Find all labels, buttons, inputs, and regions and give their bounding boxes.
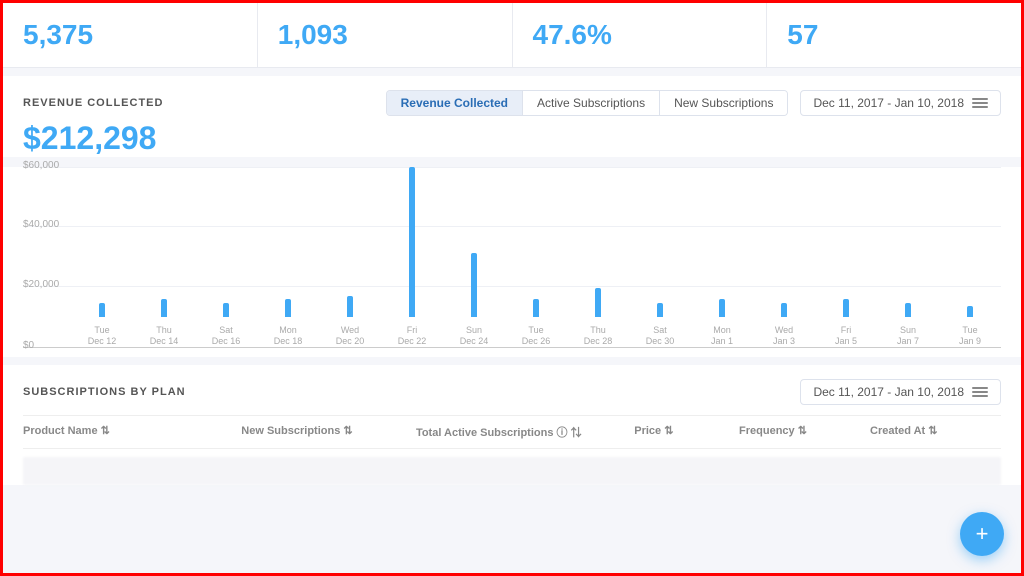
- bar-col-5: [381, 167, 443, 317]
- fab-button[interactable]: +: [960, 512, 1004, 556]
- x-label-4: WedDec 20: [319, 325, 381, 347]
- x-label-9: SatDec 30: [629, 325, 691, 347]
- metric-2: 1,093: [258, 3, 513, 67]
- col-active-subs-header[interactable]: Total Active Subscriptions ⓘ ⇅: [416, 424, 634, 440]
- x-label-8: ThuDec 28: [567, 325, 629, 347]
- subs-date-range-button[interactable]: Dec 11, 2017 - Jan 10, 2018: [800, 379, 1001, 405]
- col-frequency-header[interactable]: Frequency ⇅: [739, 424, 870, 440]
- bar-12: [843, 299, 849, 317]
- grid-line-0: $0: [23, 347, 1001, 351]
- metrics-row: 5,375 1,093 47.6% 57: [3, 3, 1021, 68]
- revenue-date-range-text: Dec 11, 2017 - Jan 10, 2018: [813, 96, 964, 110]
- col-price-header[interactable]: Price ⇅: [634, 424, 739, 440]
- bar-col-8: [567, 167, 629, 317]
- bar-col-2: [195, 167, 257, 317]
- x-label-11: WedJan 3: [753, 325, 815, 347]
- bar-6: [471, 253, 477, 317]
- tab-new[interactable]: New Subscriptions: [660, 91, 787, 115]
- bar-13: [905, 303, 911, 317]
- bar-1: [161, 299, 167, 317]
- tab-active[interactable]: Active Subscriptions: [523, 91, 660, 115]
- x-label-6: SunDec 24: [443, 325, 505, 347]
- bar-col-14: [939, 167, 1001, 317]
- subs-label: SUBSCRIPTIONS BY PLAN: [23, 386, 186, 398]
- chart-area: $60,000 $40,000 $20,000 $0 TueDec 12ThuD…: [3, 167, 1021, 357]
- subs-section: SUBSCRIPTIONS BY PLAN Dec 11, 2017 - Jan…: [3, 365, 1021, 485]
- bar-8: [595, 288, 601, 317]
- subs-date-range-text: Dec 11, 2017 - Jan 10, 2018: [813, 385, 964, 399]
- bar-3: [285, 299, 291, 317]
- revenue-header: REVENUE COLLECTED Revenue CollectedActiv…: [23, 90, 1001, 116]
- bar-col-11: [753, 167, 815, 317]
- col-new-subs-header[interactable]: New Subscriptions ⇅: [241, 424, 416, 440]
- subs-header: SUBSCRIPTIONS BY PLAN Dec 11, 2017 - Jan…: [23, 379, 1001, 405]
- bar-7: [533, 299, 539, 317]
- revenue-date-range-button[interactable]: Dec 11, 2017 - Jan 10, 2018: [800, 90, 1001, 116]
- x-label-0: TueDec 12: [71, 325, 133, 347]
- x-label-5: FriDec 22: [381, 325, 443, 347]
- subs-menu-icon[interactable]: [972, 387, 988, 397]
- table-row: [23, 457, 1001, 485]
- bar-2: [223, 303, 229, 317]
- col-created-header[interactable]: Created At ⇅: [870, 424, 1001, 440]
- metric-3-value: 47.6%: [533, 19, 747, 51]
- metric-4-value: 57: [787, 19, 1001, 51]
- metric-4: 57: [767, 3, 1021, 67]
- x-label-14: TueJan 9: [939, 325, 1001, 347]
- bar-col-4: [319, 167, 381, 317]
- fab-plus-icon: +: [976, 521, 989, 547]
- x-label-13: SunJan 7: [877, 325, 939, 347]
- x-label-3: MonDec 18: [257, 325, 319, 347]
- col-product-header[interactable]: Product Name ⇅: [23, 424, 241, 440]
- tabs-and-date: Revenue CollectedActive SubscriptionsNew…: [386, 90, 1001, 116]
- revenue-menu-icon[interactable]: [972, 98, 988, 108]
- x-label-1: ThuDec 14: [133, 325, 195, 347]
- revenue-section: REVENUE COLLECTED Revenue CollectedActiv…: [3, 76, 1021, 157]
- bar-4: [347, 296, 353, 317]
- bars-container: [71, 167, 1001, 317]
- bar-5: [409, 167, 415, 317]
- bar-0: [99, 303, 105, 317]
- bar-10: [719, 299, 725, 317]
- x-label-2: SatDec 16: [195, 325, 257, 347]
- metric-1-value: 5,375: [23, 19, 237, 51]
- x-axis: TueDec 12ThuDec 14SatDec 16MonDec 18WedD…: [71, 325, 1001, 347]
- bar-col-1: [133, 167, 195, 317]
- bar-col-6: [443, 167, 505, 317]
- metric-3: 47.6%: [513, 3, 768, 67]
- bar-col-10: [691, 167, 753, 317]
- bar-col-13: [877, 167, 939, 317]
- bar-col-0: [71, 167, 133, 317]
- x-label-7: TueDec 26: [505, 325, 567, 347]
- bar-9: [657, 303, 663, 317]
- chart-grid: $60,000 $40,000 $20,000 $0 TueDec 12ThuD…: [23, 167, 1001, 347]
- metric-2-value: 1,093: [278, 19, 492, 51]
- x-label-12: FriJan 5: [815, 325, 877, 347]
- table-header: Product Name ⇅New Subscriptions ⇅Total A…: [23, 415, 1001, 449]
- bar-col-3: [257, 167, 319, 317]
- revenue-amount: $212,298: [23, 120, 1001, 157]
- bar-col-12: [815, 167, 877, 317]
- tab-revenue[interactable]: Revenue Collected: [387, 91, 523, 115]
- revenue-label: REVENUE COLLECTED: [23, 97, 163, 109]
- bar-col-9: [629, 167, 691, 317]
- tab-group: Revenue CollectedActive SubscriptionsNew…: [386, 90, 789, 116]
- bar-11: [781, 303, 787, 317]
- bar-col-7: [505, 167, 567, 317]
- x-label-10: MonJan 1: [691, 325, 753, 347]
- metric-1: 5,375: [3, 3, 258, 67]
- bar-14: [967, 306, 973, 317]
